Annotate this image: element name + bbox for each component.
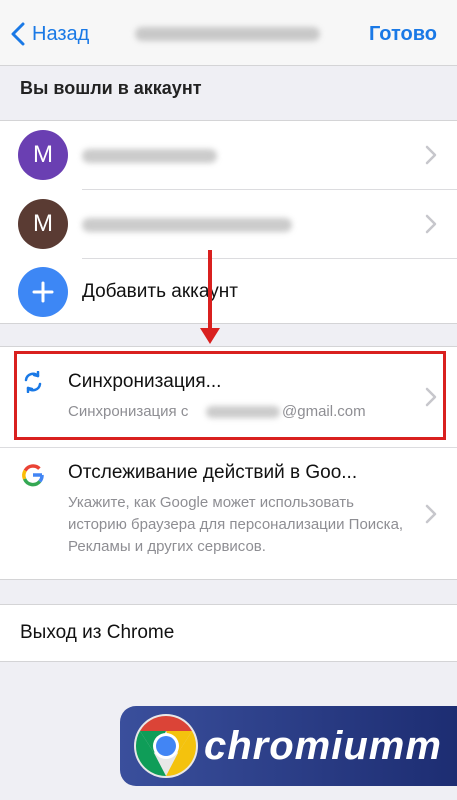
watermark-text: chromiumm	[204, 724, 442, 768]
done-button[interactable]: Готово	[369, 20, 437, 48]
avatar: M	[18, 130, 68, 180]
nav-title-blurred	[130, 22, 325, 46]
activity-description: Укажите, как Google может использовать и…	[68, 494, 404, 555]
blurred-email	[82, 218, 292, 232]
sync-row[interactable]: Синхронизация... Синхронизация с @gmail.…	[0, 347, 457, 447]
signout-label: Выход из Chrome	[20, 622, 175, 643]
sync-subtitle-suffix: @gmail.com	[282, 403, 366, 420]
annotation-arrow-line	[208, 250, 212, 332]
plus-icon	[18, 267, 68, 317]
accounts-card: M M Добавить аккаунт	[0, 120, 457, 324]
sync-title: Синхронизация...	[68, 371, 222, 392]
annotation-arrow-head	[200, 328, 220, 344]
avatar: M	[18, 199, 68, 249]
sync-subtitle-prefix: Синхронизация с	[68, 403, 189, 420]
activity-title: Отслеживание действий в Goo...	[68, 462, 358, 483]
chevron-right-icon	[425, 387, 437, 407]
account-row-1[interactable]: M	[0, 121, 457, 189]
chrome-logo-icon	[134, 714, 198, 778]
activity-tracking-row[interactable]: Отслеживание действий в Goo... Укажите, …	[0, 448, 457, 581]
account-row-2[interactable]: M	[0, 190, 457, 258]
chevron-left-icon	[11, 22, 25, 46]
back-label: Назад	[32, 22, 90, 45]
signout-card: Выход из Chrome	[0, 604, 457, 662]
accounts-section-header: Вы вошли в аккаунт	[20, 78, 202, 98]
blurred-username	[206, 406, 280, 418]
watermark-banner: chromiumm	[120, 706, 457, 786]
sync-icon	[24, 371, 42, 393]
add-account-label: Добавить аккаунт	[82, 281, 238, 302]
chevron-right-icon	[425, 145, 437, 165]
chevron-right-icon	[425, 504, 437, 524]
back-button[interactable]: Назад	[10, 20, 89, 48]
navigation-bar: Назад Готово	[0, 0, 457, 66]
google-icon	[22, 464, 44, 487]
sync-card: Синхронизация... Синхронизация с @gmail.…	[0, 346, 457, 580]
add-account-row[interactable]: Добавить аккаунт	[0, 259, 457, 325]
blurred-email	[82, 149, 217, 163]
chevron-right-icon	[425, 214, 437, 234]
signout-row[interactable]: Выход из Chrome	[0, 605, 457, 663]
blurred-title	[135, 27, 320, 41]
